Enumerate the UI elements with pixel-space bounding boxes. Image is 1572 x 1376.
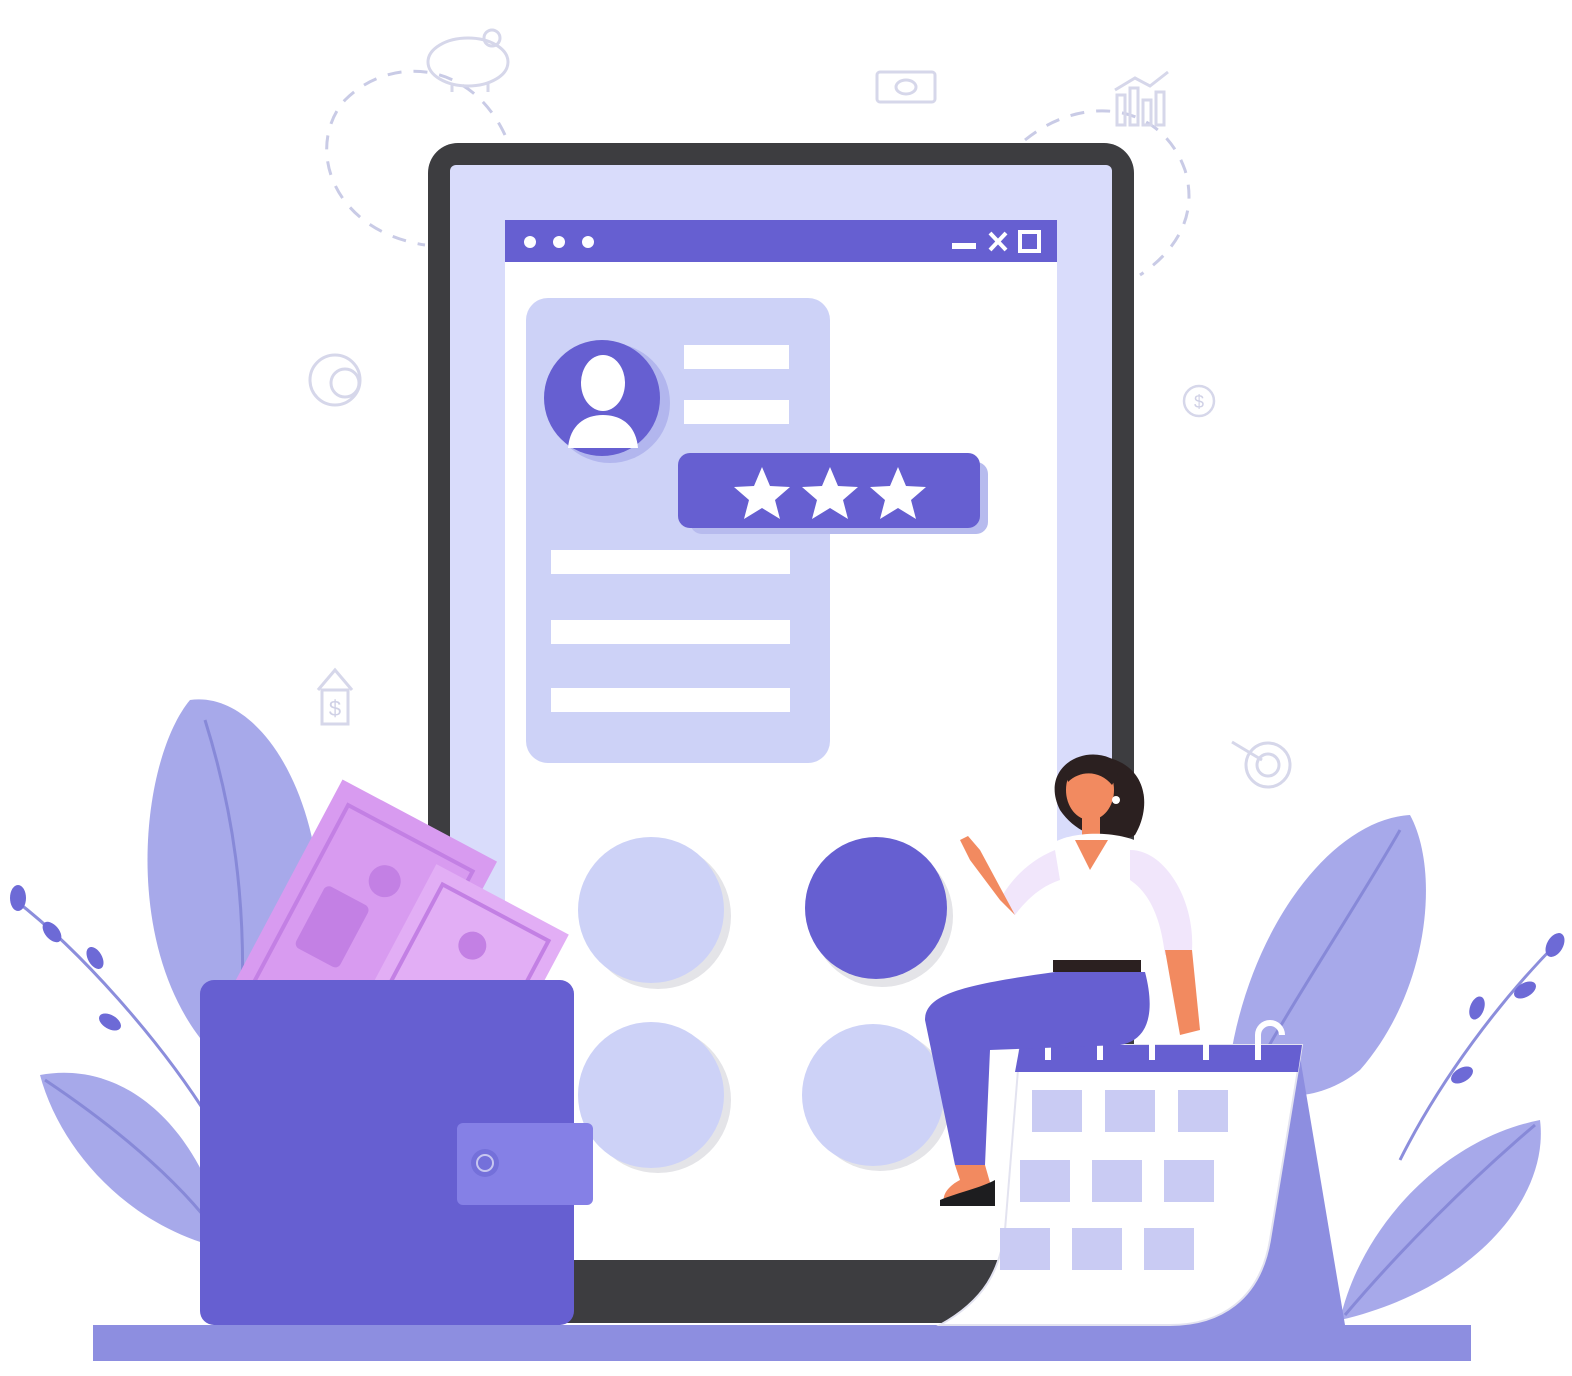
dollar-arrow-icon: $ [316,667,354,726]
target-icon [1231,740,1292,789]
option-circle[interactable] [578,1022,724,1168]
illustration-canvas: $ $ [10,28,1565,1361]
svg-text:$: $ [1194,392,1204,412]
ground-platform [93,1325,1471,1361]
rating-badge [678,453,988,534]
text-line [551,688,790,712]
option-circle-selected[interactable] [805,837,947,979]
window-dot [524,236,536,248]
option-circle[interactable] [578,837,724,983]
bar-chart-icon [1114,70,1169,127]
banknote-icon [875,70,937,104]
text-line [551,620,790,644]
profile-subtitle-line [684,400,789,424]
wallet [200,980,593,1325]
window-dot [582,236,594,248]
profile-name-line [684,345,789,369]
option-circle[interactable] [802,1024,944,1166]
piggy-bank-icon [426,28,510,92]
minimize-icon[interactable] [952,243,976,249]
dollar-icon: $ [1182,384,1216,418]
svg-text:$: $ [329,696,341,721]
window-dot [553,236,565,248]
calendar-days [1000,1090,1228,1270]
text-line [551,550,790,574]
coin-icon [308,353,362,407]
